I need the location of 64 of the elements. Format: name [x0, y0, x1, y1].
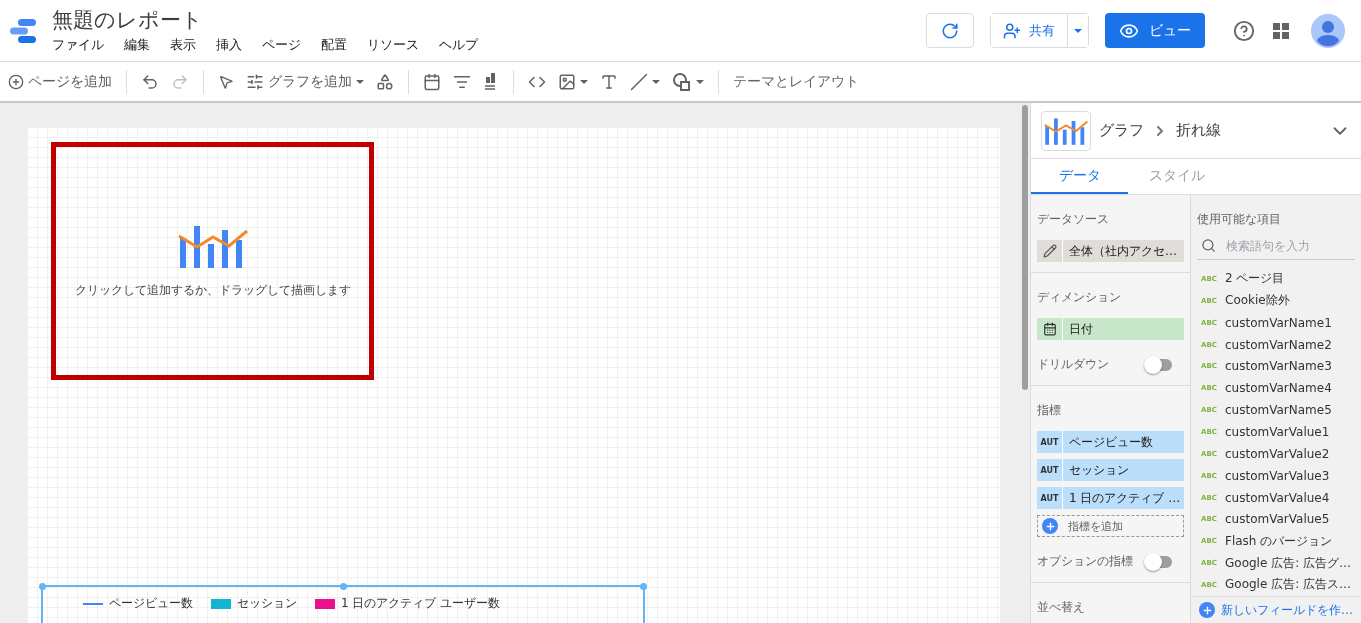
refresh-button[interactable]: [926, 13, 974, 48]
toggle-switch[interactable]: [1146, 358, 1172, 371]
data-source-chip[interactable]: 全体（社内アクセ…: [1037, 240, 1184, 262]
placeholder-hint: クリックして追加するか、ドラッグして描画します: [74, 281, 351, 299]
selected-chart[interactable]: ページビュー数 セッション 1 日のアクティブ ユーザー数: [41, 585, 645, 623]
metric-chip[interactable]: AUT セッション: [1037, 459, 1184, 481]
chart-type-button[interactable]: [1041, 110, 1091, 151]
search-field[interactable]: 検索語句を入力: [1226, 238, 1336, 253]
menu-item[interactable]: 挿入: [216, 36, 242, 54]
create-field-link[interactable]: 新しいフィールドを作…: [1199, 601, 1353, 619]
metric-chip[interactable]: AUT 1 日のアクティブ …: [1037, 487, 1184, 509]
menu-item[interactable]: ページ: [262, 36, 301, 54]
shape-button[interactable]: [670, 70, 706, 93]
avatar[interactable]: [1311, 13, 1345, 48]
caret-icon: [652, 79, 660, 84]
menu-item[interactable]: ヘルプ: [439, 36, 478, 54]
legend-label: 1 日のアクティブ ユーザー数: [341, 596, 501, 611]
dimension-chip[interactable]: 日付: [1037, 318, 1184, 340]
section-heading: 使用可能な項目: [1197, 211, 1282, 228]
view-button[interactable]: ビュー: [1105, 13, 1205, 48]
add-chart-button[interactable]: グラフを追加: [244, 70, 366, 93]
section-heading: 並べ替え: [1037, 599, 1086, 616]
chart-type: グラフ: [1099, 121, 1144, 140]
caret-icon: [1074, 28, 1082, 33]
section-heading: データソース: [1037, 211, 1110, 228]
add-metric-button[interactable]: 指標を追加: [1037, 515, 1184, 537]
refresh-icon: [941, 21, 959, 40]
menu-item[interactable]: 編集: [124, 36, 150, 54]
logo-icon: [8, 17, 38, 44]
chart-subtype: 折れ線: [1176, 121, 1221, 140]
legend-label: セッション: [237, 596, 297, 611]
image-icon: [558, 72, 576, 91]
theme-layout-button[interactable]: テーマとレイアウト: [731, 70, 861, 93]
metric-chip[interactable]: AUT ページビュー数: [1037, 431, 1184, 453]
menu-item[interactable]: リソース: [367, 36, 419, 54]
resize-handle[interactable]: [640, 583, 647, 590]
section-heading: ディメンション: [1037, 289, 1122, 306]
share-button[interactable]: 共有: [991, 14, 1068, 47]
toggle-label: オプションの指標: [1037, 553, 1133, 570]
add-icon: [1042, 518, 1058, 534]
add-person-icon: [1003, 21, 1021, 40]
report-title[interactable]: 無題のレポート: [52, 7, 926, 33]
resize-handle[interactable]: [340, 583, 347, 590]
search-icon: [1201, 238, 1216, 253]
add-icon: [1199, 602, 1215, 618]
scrollbar-thumb[interactable]: [1022, 105, 1028, 390]
apps-button[interactable]: [1273, 22, 1289, 39]
pencil-icon: [1042, 244, 1057, 258]
add-page-button[interactable]: ページを追加: [6, 70, 114, 93]
menu-item[interactable]: 表示: [170, 36, 196, 54]
caret-icon: [356, 79, 364, 84]
toggle-label: ドリルダウン: [1037, 356, 1109, 373]
section-heading: 指標: [1037, 402, 1062, 419]
add-icon: [8, 73, 24, 90]
caret-icon: [580, 79, 588, 84]
caret-icon: [696, 79, 704, 84]
menu-item[interactable]: ファイル: [52, 36, 104, 54]
legend-label: ページビュー数: [109, 596, 193, 611]
chart-placeholder[interactable]: クリックして追加するか、ドラッグして描画します: [51, 142, 374, 380]
help-button[interactable]: [1233, 19, 1255, 42]
menu-item[interactable]: 配置: [321, 36, 347, 54]
toggle-switch[interactable]: [1146, 555, 1172, 568]
resize-handle[interactable]: [39, 583, 46, 590]
calendar-icon: [1042, 322, 1057, 336]
